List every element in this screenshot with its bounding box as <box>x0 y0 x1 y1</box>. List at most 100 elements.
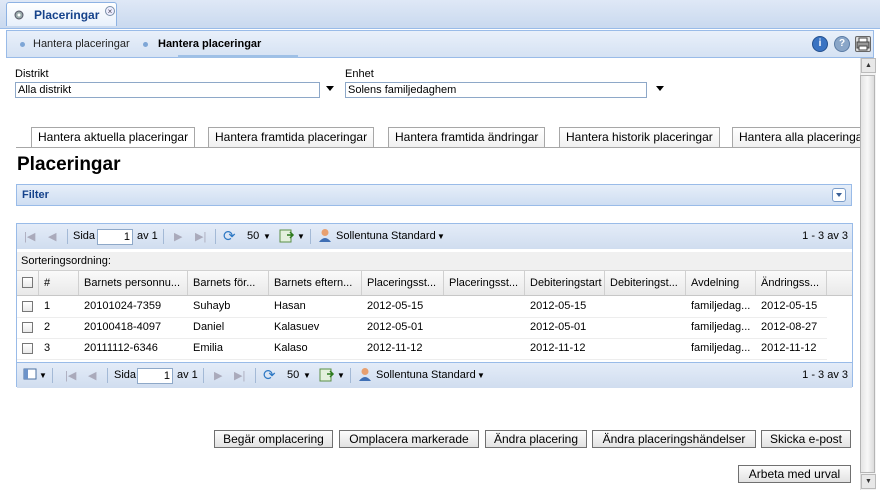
grid-top-toolbar: |◀ ◀ Sida 1 av 1 ▶ ▶| ⟳ 50 ▼ ▼ Sollentun… <box>17 224 852 249</box>
table-cell: 2012-05-15 <box>761 300 818 312</box>
chevron-down-icon[interactable] <box>326 86 334 91</box>
andra-placering-button[interactable]: Ändra placering <box>485 430 587 448</box>
table-cell: 2012-05-15 <box>530 300 587 312</box>
table-cell <box>605 296 686 317</box>
table-cell: 20101024-7359 <box>84 300 162 312</box>
breadcrumb-item-1[interactable]: Hantera placeringar <box>33 38 130 50</box>
refresh-icon[interactable]: ⟳ <box>223 227 236 245</box>
column-header[interactable]: Barnets för... <box>188 271 269 295</box>
app-tab-placeringar[interactable]: Placeringar × <box>6 2 117 26</box>
page-input[interactable]: 1 <box>137 368 173 384</box>
prev-page-icon[interactable]: ◀ <box>88 369 96 382</box>
page-input[interactable]: 1 <box>97 229 133 245</box>
andra-placeringshandelser-button[interactable]: Ändra placeringshändelser <box>592 430 756 448</box>
chevron-down-icon[interactable]: ▼ <box>437 232 445 241</box>
distrikt-label: Distrikt <box>15 68 49 80</box>
table-cell <box>444 317 525 338</box>
chevron-down-icon[interactable]: ▼ <box>263 232 271 241</box>
tab-alla[interactable]: Hantera alla placeringar <box>732 127 860 147</box>
begar-omplacering-button[interactable]: Begär omplacering <box>214 430 333 448</box>
table-cell: Emilia <box>193 342 223 354</box>
prev-page-icon[interactable]: ◀ <box>48 230 56 243</box>
page-title: Placeringar <box>17 154 121 175</box>
breadcrumb-item-2[interactable]: Hantera placeringar <box>158 38 261 50</box>
tab-framtida-andringar[interactable]: Hantera framtida ändringar <box>388 127 546 147</box>
info-icon[interactable]: i <box>812 36 828 52</box>
chevron-down-icon[interactable]: ▼ <box>303 371 311 380</box>
table-cell: familjedag... <box>691 342 751 354</box>
table-cell: familjedag... <box>691 300 751 312</box>
first-page-icon[interactable]: |◀ <box>24 230 35 243</box>
app-tab-strip <box>0 0 880 29</box>
page-of-label: av 1 <box>177 369 198 381</box>
page-size-select[interactable]: 50 <box>287 369 299 381</box>
filter-panel[interactable]: Filter <box>16 184 852 206</box>
expand-icon[interactable] <box>832 188 846 202</box>
tab-aktuella[interactable]: Hantera aktuella placeringar <box>31 127 196 148</box>
next-page-icon[interactable]: ▶ <box>174 230 182 243</box>
column-header[interactable]: Debiteringst... <box>605 271 686 295</box>
table-row[interactable]: 2 20100418-4097 Daniel Kalasuev 2012-05-01 20… <box>17 317 827 339</box>
print-icon[interactable] <box>855 36 871 52</box>
filter-label: Filter <box>22 189 49 201</box>
columns-icon[interactable] <box>23 367 37 384</box>
first-page-icon[interactable]: |◀ <box>65 369 76 382</box>
table-row[interactable]: 1 20101024-7359 Suhayb Hasan 2012-05-15 2012-… <box>17 296 827 318</box>
distrikt-select[interactable]: Alla distrikt <box>15 82 320 98</box>
last-page-icon[interactable]: ▶| <box>195 230 206 243</box>
scroll-down-icon[interactable]: ▼ <box>861 474 876 489</box>
column-header[interactable]: Placeringsst... <box>362 271 444 295</box>
user-icon <box>358 367 372 385</box>
column-header[interactable]: Avdelning <box>686 271 756 295</box>
table-cell <box>605 317 686 338</box>
table-cell <box>444 338 525 359</box>
next-page-icon[interactable]: ▶ <box>214 369 222 382</box>
table-cell: 2012-11-12 <box>530 342 586 354</box>
row-checkbox[interactable] <box>22 301 33 312</box>
tab-framtida[interactable]: Hantera framtida placeringar <box>208 127 375 147</box>
column-header[interactable]: Barnets personnu... <box>79 271 188 295</box>
last-page-icon[interactable]: ▶| <box>234 369 245 382</box>
export-icon[interactable] <box>279 228 295 247</box>
column-header[interactable]: Barnets eftern... <box>269 271 362 295</box>
column-header[interactable]: Placeringsst... <box>444 271 525 295</box>
table-row[interactable]: 3 20111112-6346 Emilia Kalaso 2012-11-12 2012… <box>17 338 827 360</box>
table-cell: Suhayb <box>193 300 231 312</box>
enhet-select[interactable]: Solens familjedaghem <box>345 82 647 98</box>
view-select[interactable]: Sollentuna Standard <box>376 369 476 381</box>
chevron-down-icon[interactable]: ▼ <box>477 371 485 380</box>
table-cell: 2012-05-15 <box>367 300 424 312</box>
gear-icon <box>13 9 25 21</box>
chevron-down-icon[interactable] <box>656 86 664 91</box>
help-icon[interactable]: ? <box>834 36 850 52</box>
close-icon[interactable]: × <box>105 6 115 16</box>
sort-order-label: Sorteringsordning: <box>21 255 111 267</box>
refresh-icon[interactable]: ⟳ <box>263 366 276 384</box>
placeringar-grid: |◀ ◀ Sida 1 av 1 ▶ ▶| ⟳ 50 ▼ ▼ Sollentun… <box>16 223 853 388</box>
range-text: 1 - 3 av 3 <box>802 230 848 242</box>
chevron-down-icon[interactable]: ▼ <box>337 371 345 380</box>
arbeta-med-urval-button[interactable]: Arbeta med urval <box>738 465 851 483</box>
omplacera-markerade-button[interactable]: Omplacera markerade <box>339 430 479 448</box>
export-icon[interactable] <box>319 367 335 386</box>
row-checkbox[interactable] <box>22 322 33 333</box>
grid-bottom-toolbar: ▼ |◀ ◀ Sida 1 av 1 ▶ ▶| ⟳ 50 ▼ ▼ Sollent… <box>17 362 852 388</box>
bullet-icon <box>20 42 25 47</box>
column-header[interactable]: Ändringss... <box>756 271 827 295</box>
chevron-down-icon[interactable]: ▼ <box>39 371 47 380</box>
page-size-select[interactable]: 50 <box>247 230 259 242</box>
tab-historik[interactable]: Hantera historik placeringar <box>559 127 720 147</box>
select-all-header[interactable] <box>17 271 39 295</box>
table-cell: Kalasuev <box>274 321 320 333</box>
column-header[interactable]: # <box>39 271 79 295</box>
table-cell: 2012-11-12 <box>761 342 817 354</box>
row-checkbox[interactable] <box>22 343 33 354</box>
column-header[interactable]: Debiteringstart <box>525 271 605 295</box>
table-cell: 2012-05-01 <box>530 321 587 333</box>
scroll-up-icon[interactable]: ▲ <box>861 58 876 73</box>
skicka-epost-button[interactable]: Skicka e-post <box>761 430 851 448</box>
chevron-down-icon[interactable]: ▼ <box>297 232 305 241</box>
view-select[interactable]: Sollentuna Standard <box>336 230 436 242</box>
select-all-checkbox[interactable] <box>22 277 33 288</box>
scrollbar-thumb[interactable] <box>860 75 875 473</box>
